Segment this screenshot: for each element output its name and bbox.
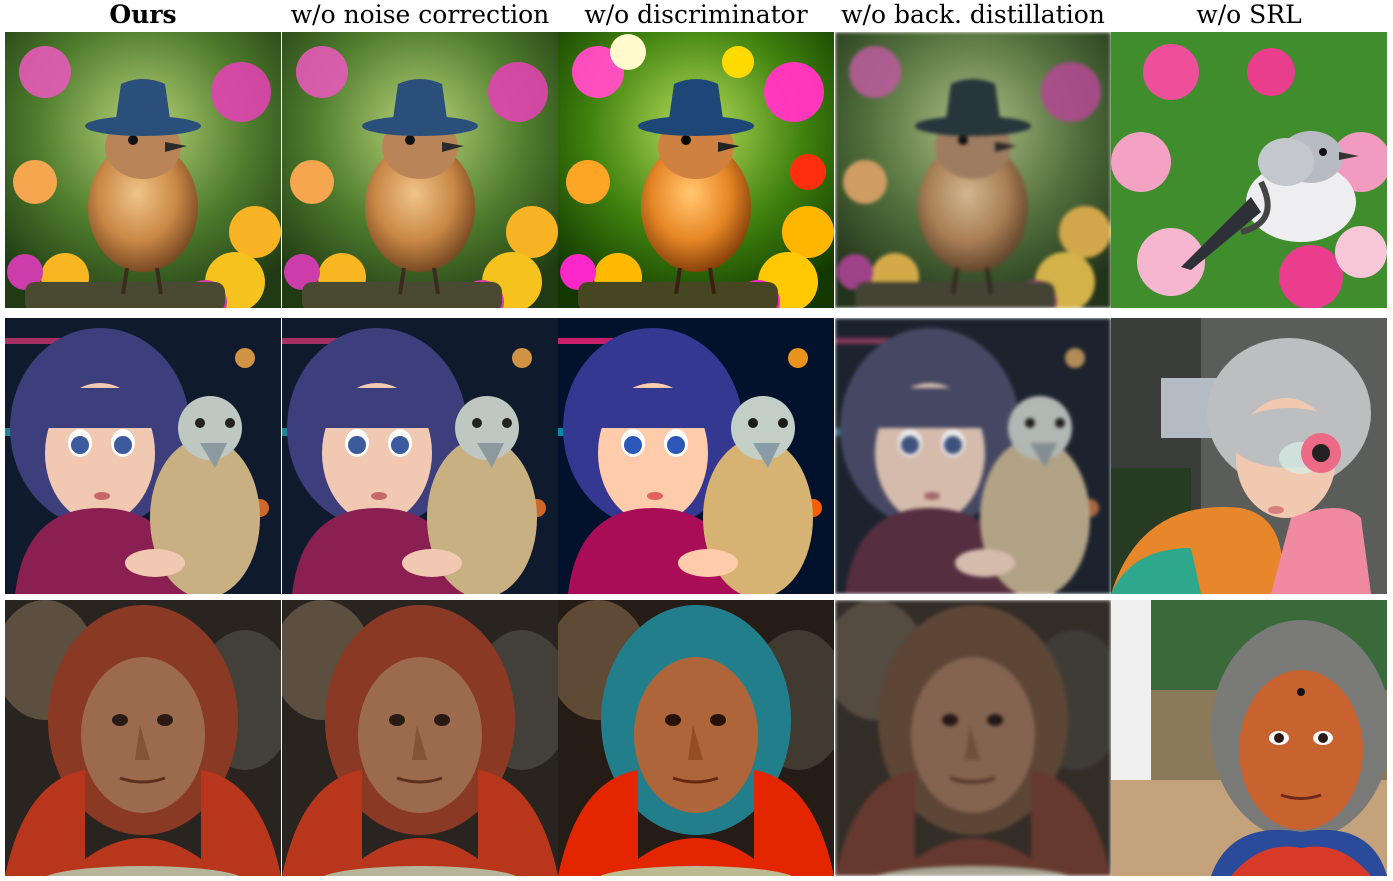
column-header-discriminator: w/o discriminator: [584, 0, 808, 29]
image-girl-with-bird-backdist: [835, 318, 1111, 594]
column-header-noise-correction: w/o noise correction: [290, 0, 550, 29]
image-girl-with-bird-srl: [1111, 318, 1387, 594]
column-header-srl: w/o SRL: [1196, 0, 1302, 29]
image-bird-in-hat-ours: [5, 32, 281, 308]
column-header-ours: Ours: [109, 0, 177, 29]
image-bird-in-hat-backdist: [835, 32, 1111, 308]
image-elderly-woman-ours: [5, 600, 281, 876]
comparison-grid: Ours w/o noise correction w/o discrimina…: [0, 0, 1393, 881]
image-elderly-woman-noise: [282, 600, 558, 876]
image-bird-in-hat-noise: [282, 32, 558, 308]
image-girl-with-bird-noise: [282, 318, 558, 594]
image-elderly-woman-disc: [558, 600, 834, 876]
image-girl-with-bird-disc: [558, 318, 834, 594]
image-elderly-woman-srl: [1111, 600, 1387, 876]
image-bird-in-hat-disc: [558, 32, 834, 308]
image-bird-in-hat-srl: [1111, 32, 1387, 308]
image-girl-with-bird-ours: [5, 318, 281, 594]
image-elderly-woman-backdist: [835, 600, 1111, 876]
column-header-back-distillation: w/o back. distillation: [841, 0, 1105, 29]
